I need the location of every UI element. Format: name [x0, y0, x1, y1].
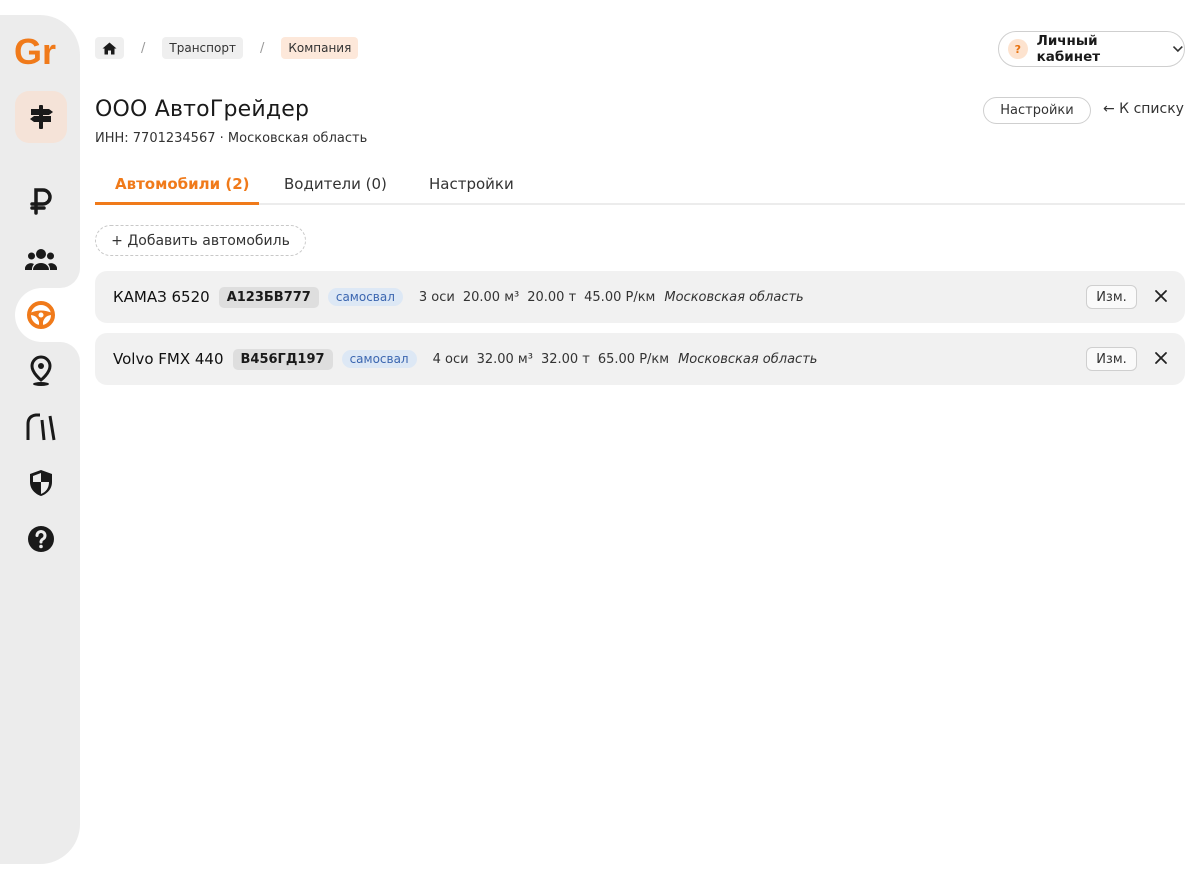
close-icon[interactable]	[1153, 350, 1169, 366]
vehicle-rate: 45.00 Р/км	[584, 289, 656, 305]
breadcrumb-home[interactable]	[95, 37, 124, 59]
vehicle-weight: 32.00 т	[540, 351, 590, 367]
nav-finance[interactable]	[15, 175, 67, 227]
vehicle-plate: В456ГД197	[232, 348, 333, 370]
page-title: ООО АвтоГрейдер	[95, 97, 310, 122]
sidebar: Gr	[0, 15, 80, 864]
ruble-icon	[30, 188, 52, 215]
svg-text:Gr: Gr	[14, 33, 56, 69]
vehicle-plate: А123БВ777	[218, 286, 319, 308]
vehicle-volume: 32.00 м³	[476, 351, 533, 367]
breadcrumb-separator: /	[141, 40, 146, 56]
shield-icon	[30, 470, 52, 496]
company-subtitle: ИНН: 7701234567 · Московская область	[95, 131, 368, 146]
nav-security[interactable]	[15, 457, 67, 509]
help-icon	[28, 526, 54, 552]
vehicle-region: Московская область	[678, 351, 818, 367]
breadcrumb-transport[interactable]: Транспорт	[162, 37, 243, 59]
vehicle-rate: 65.00 Р/км	[597, 351, 670, 367]
settings-button[interactable]: Настройки	[983, 97, 1091, 124]
nav-roads[interactable]	[15, 401, 67, 453]
breadcrumb-separator: /	[259, 40, 265, 56]
logo[interactable]: Gr	[14, 31, 68, 71]
vehicle-name: КАМАЗ 6520	[113, 288, 210, 306]
gr-logo-icon: Gr	[14, 33, 56, 69]
account-label: Личный кабинет	[1036, 33, 1101, 65]
back-to-list-link[interactable]: ← К списку	[1103, 101, 1184, 117]
list-item: Volvo FMX 440 В456ГД197 самосвал 4 оси 3…	[95, 333, 1185, 385]
signpost-icon	[30, 105, 53, 129]
tab-drivers[interactable]: Водители (0)	[284, 175, 387, 193]
account-badge: ?	[1008, 39, 1028, 59]
edit-button[interactable]: Изм.	[1086, 347, 1137, 371]
breadcrumb-company[interactable]: Компания	[281, 37, 359, 59]
chevron-down-icon	[1173, 45, 1184, 53]
vehicle-type-badge: самосвал	[327, 288, 403, 306]
nav-locations[interactable]	[15, 345, 67, 397]
vehicle-type-badge: самосвал	[341, 350, 417, 368]
vehicle-name: Volvo FMX 440	[113, 350, 224, 368]
map-pin-icon	[30, 355, 52, 386]
nav-routes[interactable]	[15, 91, 67, 143]
tab-vehicles[interactable]: Автомобили (2)	[115, 175, 250, 193]
account-menu[interactable]: ? Личный кабинет	[998, 31, 1185, 67]
close-icon[interactable]	[1153, 288, 1169, 304]
vehicle-weight: 20.00 т	[527, 289, 577, 305]
home-icon	[102, 42, 117, 54]
nav-transport[interactable]	[15, 289, 67, 341]
steering-wheel-icon	[27, 301, 55, 329]
vehicle-axles: 3 оси	[418, 289, 455, 305]
vehicle-volume: 20.00 м³	[462, 289, 520, 305]
list-item: КАМАЗ 6520 А123БВ777 самосвал 3 оси 20.0…	[95, 271, 1185, 323]
nav-help[interactable]	[15, 513, 67, 565]
edit-button[interactable]: Изм.	[1086, 285, 1137, 309]
users-icon	[25, 249, 57, 270]
tabs: Автомобили (2) Водители (0) Настройки	[95, 166, 1185, 205]
tab-settings[interactable]: Настройки	[429, 175, 514, 193]
vehicle-axles: 4 оси	[432, 351, 469, 367]
breadcrumb: / Транспорт / Компания	[95, 37, 359, 59]
road-icon	[26, 413, 56, 441]
active-tab-underline	[95, 202, 259, 205]
add-vehicle-button[interactable]: + Добавить автомобиль	[95, 225, 306, 256]
vehicle-region: Московская область	[664, 289, 804, 305]
